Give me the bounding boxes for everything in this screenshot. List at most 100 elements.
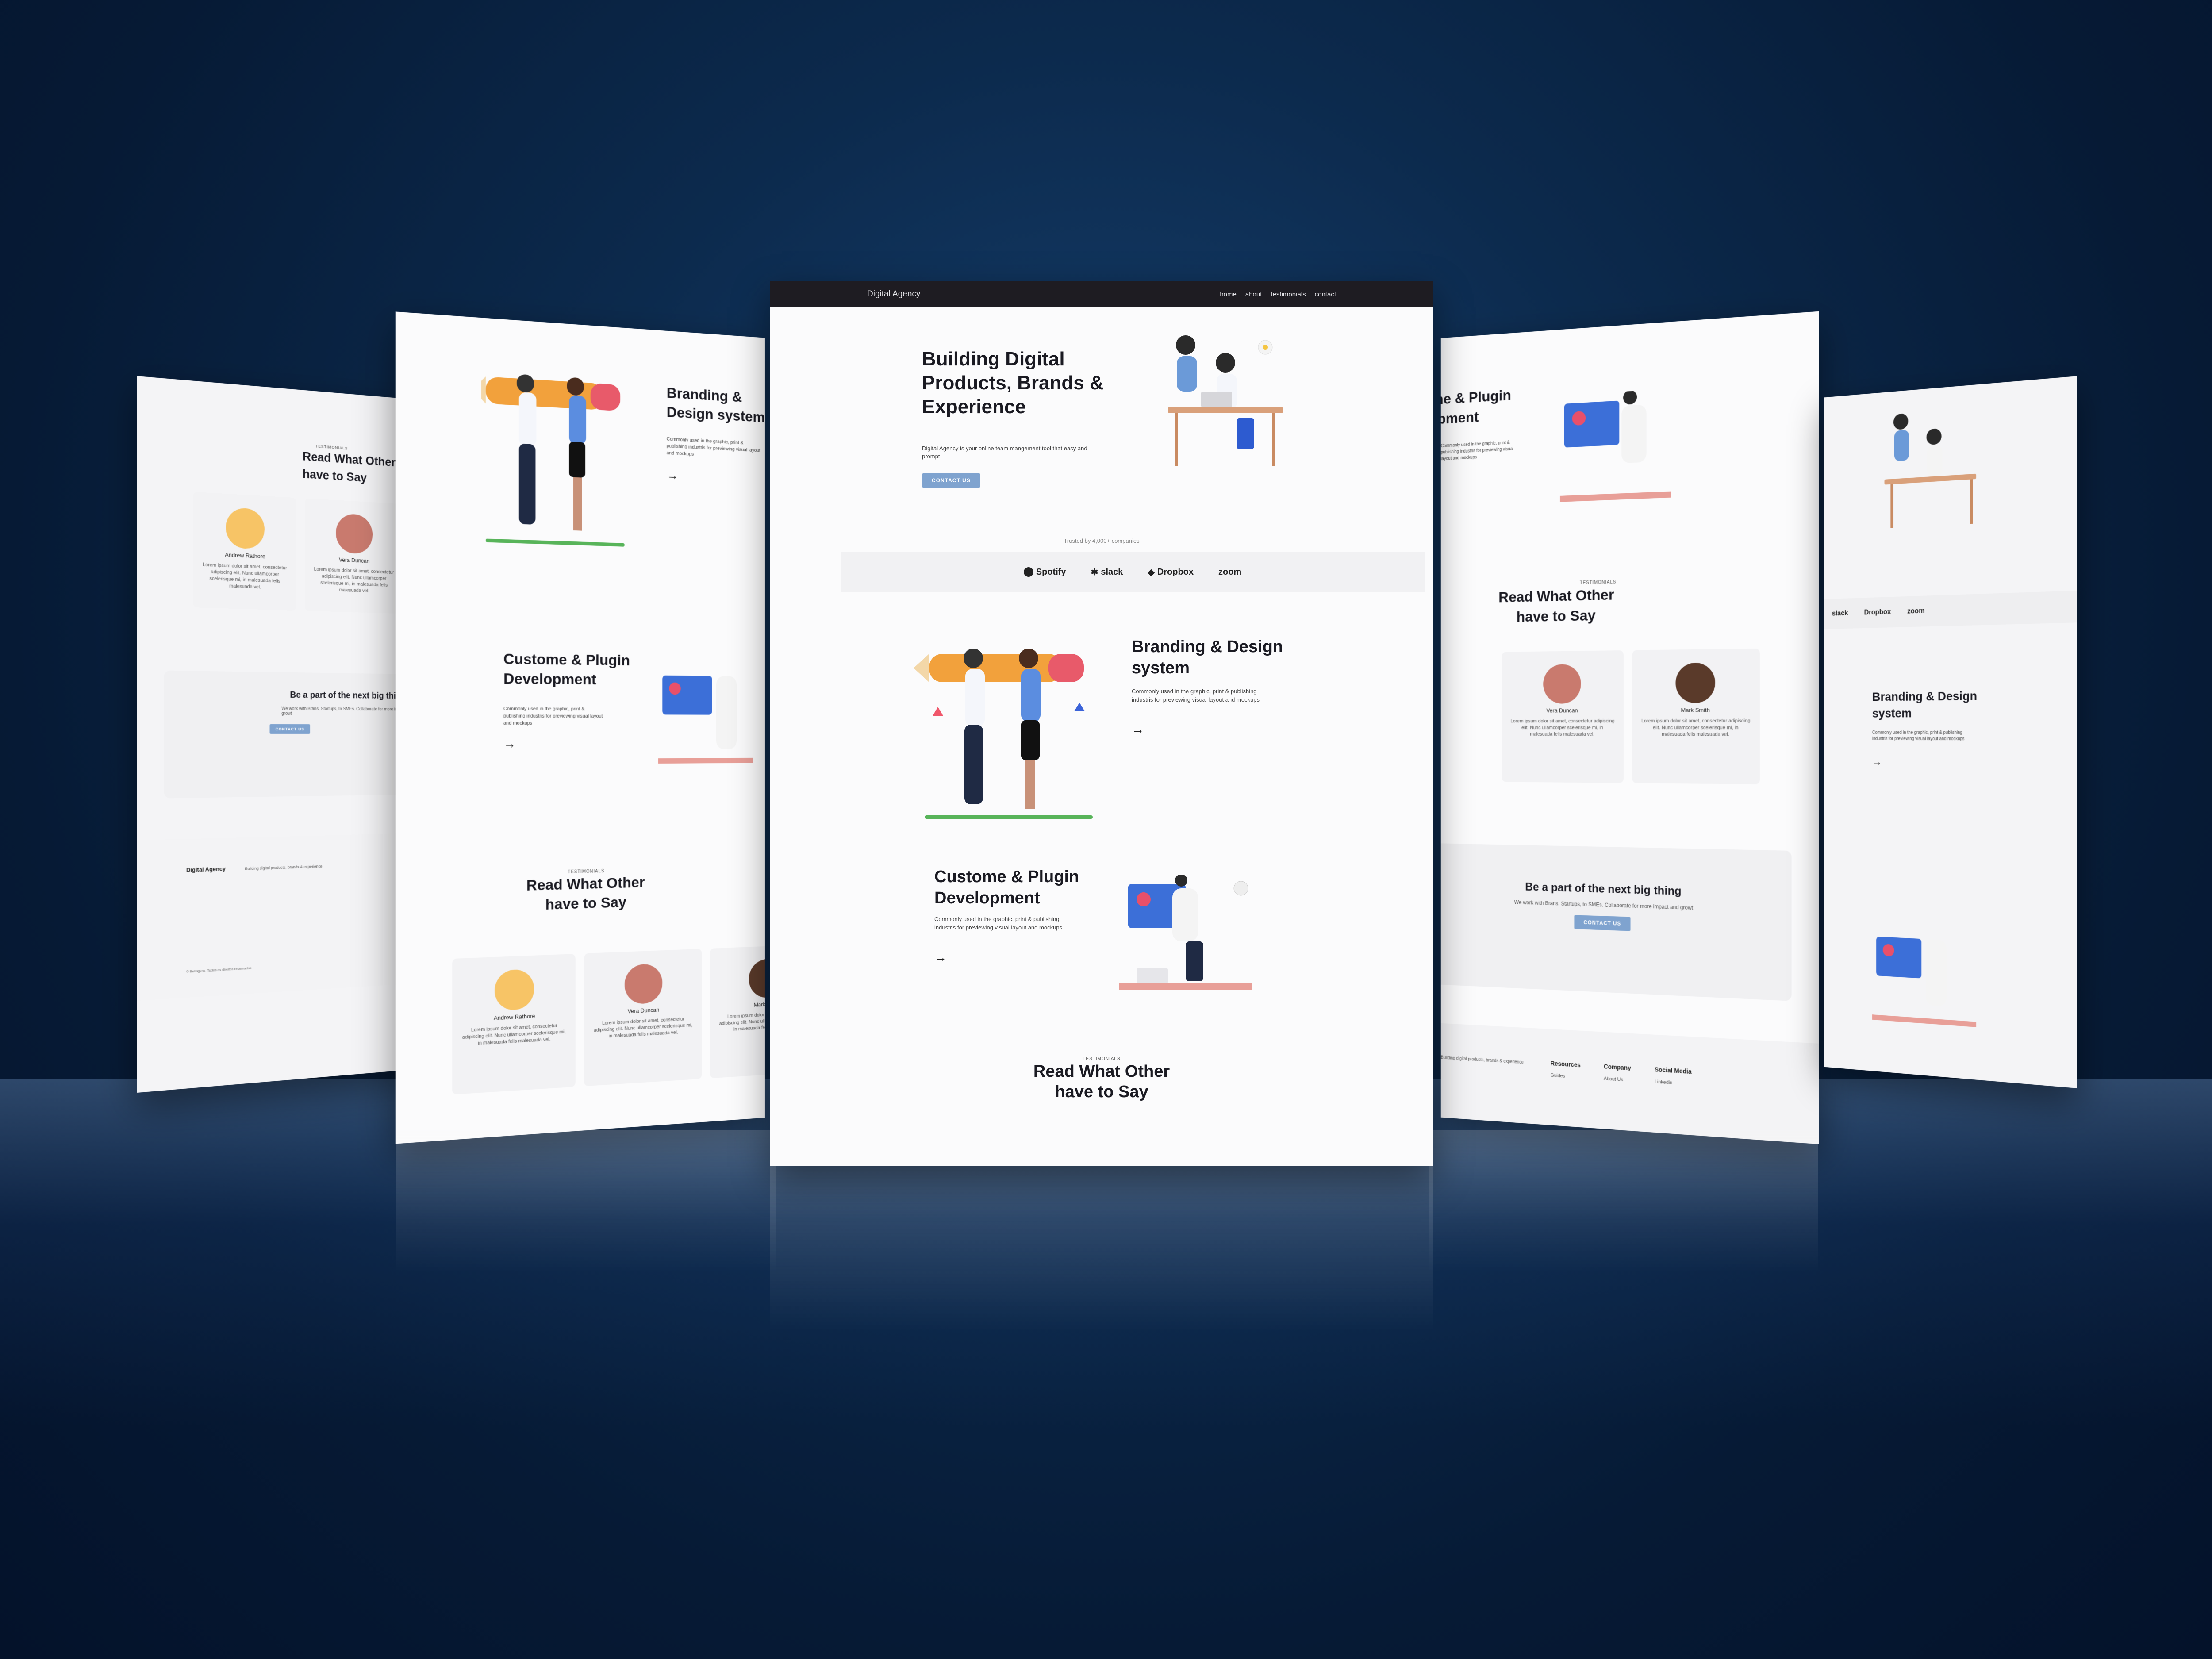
avatar (1675, 662, 1716, 703)
developer-illustration (1872, 936, 1977, 1027)
testimonial-text: Lorem ipsum dolor sit amet, consectetur … (719, 1010, 765, 1032)
testimonial-text: Lorem ipsum dolor sit amet, consectetur … (203, 562, 287, 590)
preview-page-far-right: slack Dropbox zoom Branding & Design sys… (1824, 376, 2077, 1088)
nav-link-contact[interactable]: contact (1315, 291, 1336, 298)
plugin-text: Commonly used in the graphic, print & pu… (503, 706, 603, 726)
testimonials-section: TESTIMONIALS Read What Other have to Say (770, 1056, 1433, 1102)
pencil-team-illustration (481, 374, 625, 547)
preview-page-right: Custome & Plugin Development Commonly us… (1440, 311, 1819, 1144)
testimonial-card: Mark Smith Lorem ipsum dolor sit amet, c… (710, 944, 765, 1079)
avatar (624, 963, 663, 1005)
branding-title: Branding & Design system (666, 384, 765, 426)
arrow-right-icon[interactable]: → (503, 737, 516, 751)
testimonials-title: Read What Other have to Say (302, 449, 396, 485)
testimonial-text: Lorem ipsum dolor sit amet, consectetur … (314, 566, 394, 594)
testimonial-name: Vera Duncan (627, 1006, 660, 1015)
pencil-team-illustration (914, 649, 1093, 819)
testimonial-name: Andrew Rathore (493, 1012, 535, 1022)
preview-page-far-left: TESTIMONIALS Read What Other have to Say… (137, 376, 441, 1093)
testimonial-name: Vera Duncan (339, 556, 370, 565)
footer-tagline: Building digital products, brands & expe… (245, 864, 323, 871)
footer-link[interactable]: About Us (1604, 1076, 1631, 1083)
preview-page-left: Branding & Design system Commonly used i… (395, 311, 765, 1144)
testimonial-text: Lorem ipsum dolor sit amet, consectetur … (1510, 718, 1615, 737)
testimonial-card: Vera Duncan Lorem ipsum dolor sit amet, … (1502, 650, 1624, 783)
footer: Digital Agency Building digital products… (137, 832, 441, 1001)
branding-title: Branding & Design system (1872, 689, 1978, 720)
spotify-logo: Spotify (1023, 567, 1066, 577)
top-nav: Digital Agency home about testimonials c… (770, 281, 1433, 307)
client-logos: Spotify ✱ slack ◆ Dropbox zoom (841, 552, 1425, 592)
testimonial-name: Andrew Rathore (225, 551, 265, 560)
testimonial-card: Andrew Rathore Lorem ipsum dolor sit ame… (192, 492, 296, 611)
testimonial-text: Lorem ipsum dolor sit amet, consectetur … (462, 1023, 566, 1046)
branding-text: Commonly used in the graphic, print & pu… (666, 436, 760, 457)
hero-title: Building Digital Products, Brands & Expe… (922, 348, 1104, 418)
testimonials-label: TESTIMONIALS (1083, 1056, 1121, 1061)
avatar (226, 507, 265, 549)
cta-box: Be a part of the next big thing We work … (1440, 843, 1792, 1001)
footer-col-social: Social Media Linkedin (1655, 1066, 1692, 1091)
left-page-reflection (396, 1130, 776, 1396)
plugin-text: Commonly used in the graphic, print & pu… (1440, 440, 1514, 462)
main-landing-page: Digital Agency home about testimonials c… (770, 281, 1433, 1166)
arrow-right-icon[interactable]: → (1132, 722, 1144, 737)
testimonial-text: Lorem ipsum dolor sit amet, consectetur … (594, 1016, 693, 1039)
brand-logo[interactable]: Digital Agency (867, 289, 920, 299)
testimonials-title: Read What Other have to Say (1498, 586, 1614, 626)
testimonial-card: Vera Duncan Lorem ipsum dolor sit amet, … (304, 498, 403, 614)
testimonial-text: Lorem ipsum dolor sit amet, consectetur … (1641, 718, 1751, 737)
hero-section: Building Digital Products, Brands & Expe… (770, 307, 1433, 538)
zoom-logo: zoom (1907, 607, 1925, 615)
branding-text: Commonly used in the graphic, print & pu… (1132, 688, 1260, 703)
branding-section: Branding & Design system Commonly used i… (770, 592, 1433, 866)
testimonial-name: Mark Smith (1681, 707, 1710, 714)
testimonials-title: Read What Other have to Say (526, 874, 645, 913)
hero-contact-button[interactable]: CONTACT US (922, 473, 980, 488)
center-page-reflection (770, 1166, 1433, 1475)
team-desk-illustration (1884, 413, 1977, 528)
contact-us-button[interactable]: CONTACT US (1574, 915, 1631, 931)
plugin-title: Custome & Plugin Development (503, 650, 630, 688)
client-logos: slack Dropbox zoom (1824, 591, 2077, 630)
testimonial-name: Mark Smith (753, 1000, 765, 1008)
nav-link-about[interactable]: about (1245, 291, 1262, 298)
zoom-logo: zoom (1218, 567, 1242, 577)
plugin-section: Custome & Plugin Development Commonly us… (770, 866, 1433, 1056)
dropbox-logo: ◆ Dropbox (1148, 567, 1194, 577)
trusted-label: Trusted by 4,000+ companies (1064, 538, 1140, 544)
plugin-text: Commonly used in the graphic, print & pu… (934, 916, 1063, 931)
footer-link[interactable]: Linkedin (1655, 1079, 1692, 1087)
avatar (1543, 664, 1581, 704)
footer-col-resources: Resources Guides (1551, 1060, 1581, 1084)
nav-link-home[interactable]: home (1220, 291, 1237, 298)
dropbox-logo: Dropbox (1864, 608, 1891, 617)
plugin-title: Custome & Plugin Development (934, 868, 1079, 907)
arrow-right-icon[interactable]: → (934, 950, 947, 964)
testimonial-card: Mark Smith Lorem ipsum dolor sit amet, c… (1632, 648, 1760, 784)
testimonial-card: Vera Duncan Lorem ipsum dolor sit amet, … (584, 949, 702, 1087)
branding-title: Branding & Design system (1132, 637, 1283, 677)
footer-link[interactable]: Guides (1551, 1073, 1581, 1080)
nav-link-testimonials[interactable]: testimonials (1271, 291, 1306, 298)
testimonial-name: Vera Duncan (1546, 707, 1578, 714)
footer-tagline: Building digital products, brands & expe… (1440, 1055, 1524, 1065)
avatar (749, 958, 765, 998)
arrow-right-icon[interactable]: → (1872, 756, 1882, 768)
team-desk-illustration (1168, 335, 1283, 466)
footer-brand: Digital Agency (186, 865, 226, 874)
slack-logo: ✱ slack (1091, 567, 1123, 577)
developer-illustration (1119, 875, 1252, 990)
avatar (336, 513, 373, 554)
right-page-reflection (1429, 1130, 1818, 1396)
developer-illustration (658, 675, 753, 764)
slack-logo: slack (1832, 609, 1848, 618)
hero-subtitle: Digital Agency is your online team mange… (922, 445, 1087, 460)
testimonials-title: Read What Other have to Say (1033, 1062, 1170, 1101)
cta-box: Be a part of the next big thing We work … (164, 670, 433, 799)
avatar (494, 968, 534, 1011)
arrow-right-icon[interactable]: → (667, 468, 678, 483)
nav-links: home about testimonials contact (1220, 291, 1336, 298)
testimonial-card: Andrew Rathore Lorem ipsum dolor sit ame… (452, 953, 576, 1095)
contact-us-button[interactable]: CONTACT US (269, 724, 311, 734)
